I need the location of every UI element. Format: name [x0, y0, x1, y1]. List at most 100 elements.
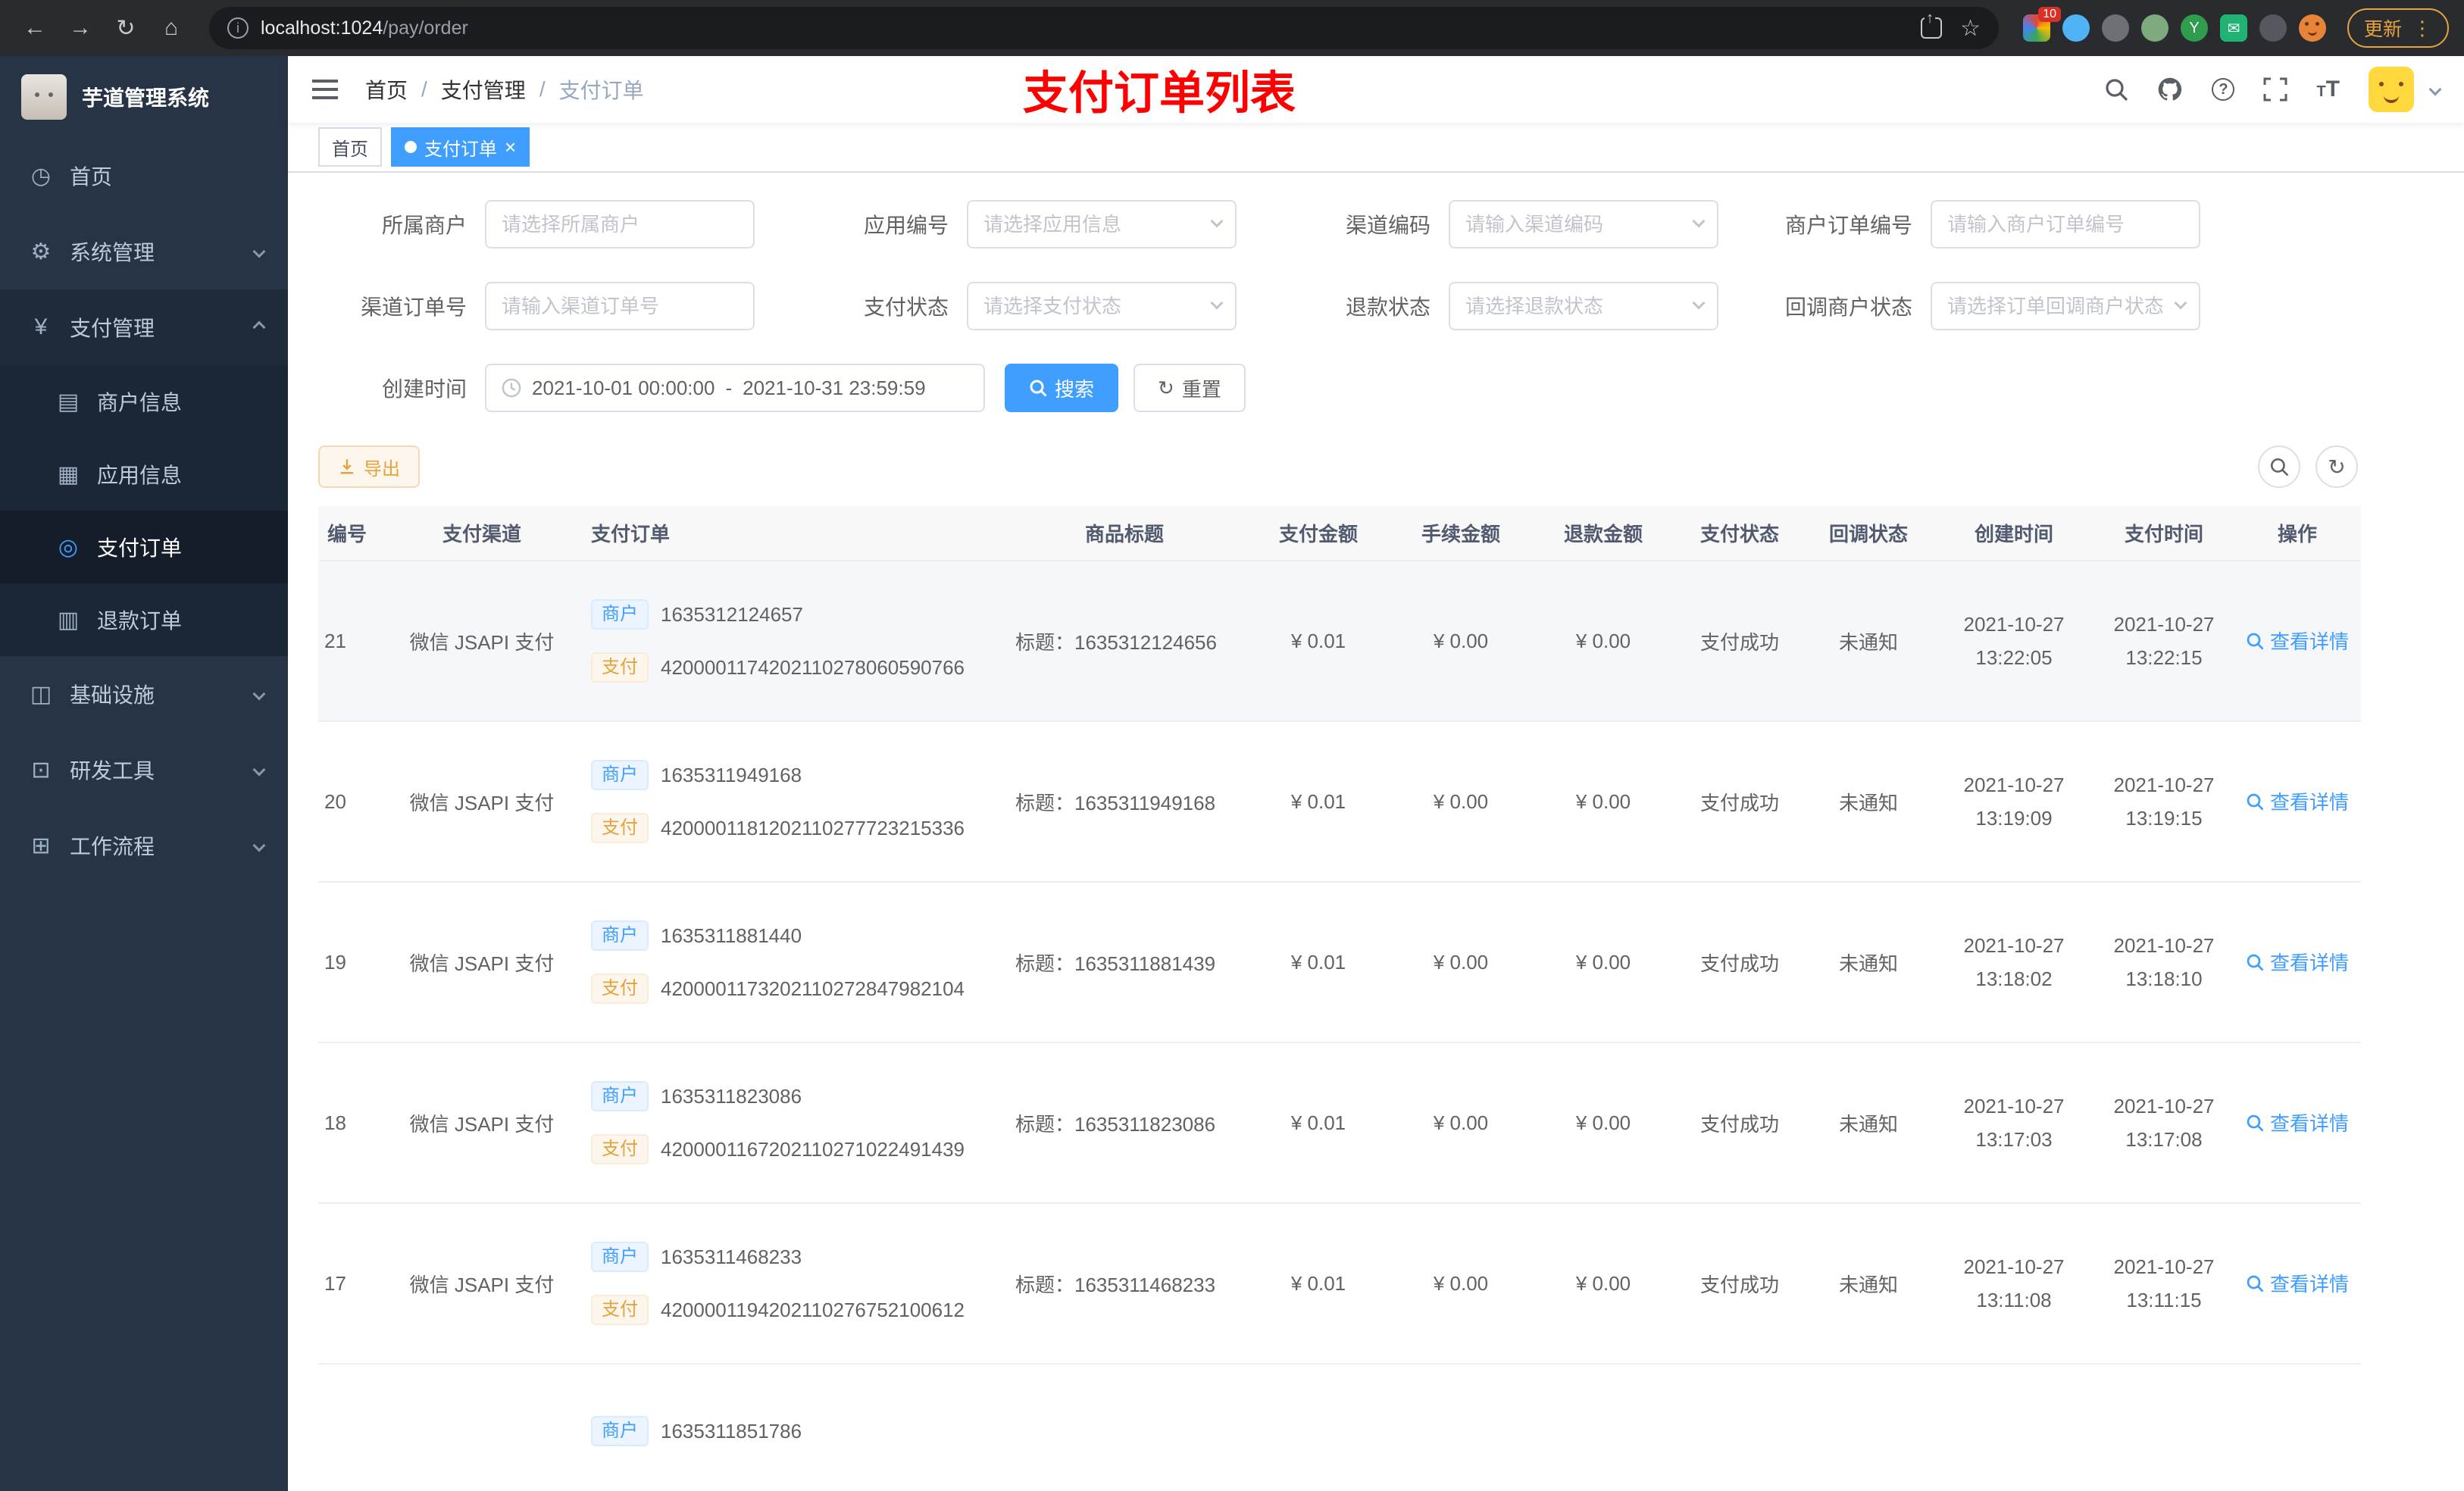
reload-icon[interactable]: ↻: [106, 8, 145, 48]
sidebar-item-system-management[interactable]: ⚙ 系统管理: [0, 214, 288, 289]
extension-badge: 10: [2038, 7, 2061, 22]
fee-amount: [1391, 1364, 1531, 1491]
home-icon[interactable]: ⌂: [152, 8, 191, 48]
search-button-label: 搜索: [1055, 377, 1095, 401]
table-row: 17 微信 JSAPI 支付 商户 1635311468233 支付 42000…: [318, 1203, 2361, 1364]
breadcrumb: 首页 / 支付管理 / 支付订单: [365, 74, 644, 105]
tab-close-icon[interactable]: ×: [505, 137, 516, 157]
sidebar-item-home[interactable]: ◷ 首页: [0, 138, 288, 214]
back-icon[interactable]: ←: [15, 8, 55, 48]
sidebar-item-label: 工作流程: [70, 835, 155, 858]
col-title: 商品标题: [1003, 506, 1246, 561]
filter-control: [967, 282, 1237, 330]
search-icon: [2247, 793, 2264, 811]
refund-amount: ¥ 0.00: [1531, 561, 1676, 722]
user-dropdown-caret-icon[interactable]: [2428, 83, 2442, 96]
merchant-badge: 商户: [591, 921, 649, 951]
pay-time: 2021-10-27 13:11:15: [2094, 1203, 2234, 1364]
infra-icon: ◫: [30, 681, 52, 707]
github-icon[interactable]: [2157, 77, 2183, 102]
sidebar-item-merchant-info[interactable]: ▤ 商户信息: [0, 365, 288, 438]
extensions-pin-icon[interactable]: [2259, 14, 2287, 42]
tab-active-dot: [405, 141, 417, 153]
pay-order-line: 支付 4200001181202110277723215336: [591, 813, 1003, 843]
breadcrumb-item[interactable]: 支付订单: [559, 74, 644, 105]
extension-icon-2[interactable]: [2062, 14, 2090, 42]
profile-avatar-icon[interactable]: [2298, 14, 2326, 42]
chevron-icon: [252, 839, 266, 852]
hamburger-icon[interactable]: [312, 80, 338, 99]
show-search-toggle-button[interactable]: [2258, 445, 2300, 488]
font-size-icon[interactable]: TT: [2316, 77, 2340, 102]
extensions-cluster: 10 Y ✉: [2022, 7, 2326, 42]
sidebar-item-dev-tools[interactable]: ⊡ 研发工具: [0, 732, 288, 808]
refund-amount: ¥ 0.00: [1531, 1042, 1676, 1204]
sidebar-item-workflow[interactable]: ⊞ 工作流程: [0, 808, 288, 883]
extension-icon-3[interactable]: [2101, 14, 2129, 42]
view-detail-link[interactable]: 查看详情: [2246, 948, 2349, 976]
create-clock: 13:18:02: [1975, 967, 2053, 990]
export-button[interactable]: 导出: [318, 445, 420, 488]
view-detail-link[interactable]: 查看详情: [2246, 787, 2349, 815]
channel-code-select[interactable]: [1449, 200, 1718, 248]
extension-icon-1[interactable]: 10: [2022, 7, 2061, 42]
pay-clock: 13:22:15: [2125, 646, 2203, 669]
forward-icon[interactable]: →: [61, 8, 100, 48]
chevron-icon: [252, 763, 266, 777]
filter-control: [1931, 282, 2200, 330]
bookmark-star-icon[interactable]: ☆: [1960, 15, 1981, 42]
merchant-order-line: 商户 1635311851786: [591, 1416, 1003, 1446]
sidebar-item-app-info[interactable]: ▦ 应用信息: [0, 438, 288, 511]
app-id-select[interactable]: [967, 200, 1237, 248]
sidebar-item-payment-management[interactable]: ¥ 支付管理: [0, 289, 288, 365]
merchant-order-line: 商户 1635311949168: [591, 760, 1003, 790]
browser-update-button[interactable]: 更新 ⋮: [2347, 8, 2449, 48]
pay-order-no: 4200001174202110278060590766: [661, 655, 965, 679]
breadcrumb-item[interactable]: 支付管理: [441, 74, 526, 105]
site-info-icon[interactable]: i: [227, 17, 249, 39]
browser-menu-icon[interactable]: ⋮: [2412, 17, 2432, 40]
merchant-order-no-input[interactable]: [1931, 200, 2200, 248]
refresh-table-button[interactable]: ↻: [2315, 445, 2358, 488]
user-avatar[interactable]: [2369, 67, 2414, 112]
callback-status-select[interactable]: [1931, 282, 2200, 330]
product-title: 标题：1635311949168: [1003, 721, 1246, 883]
pay-clock: 13:11:15: [2126, 1289, 2202, 1311]
filter-label: 商户订单编号: [1784, 214, 1912, 237]
gear-icon: ⚙: [30, 239, 52, 264]
extension-icon-6[interactable]: ✉: [2219, 14, 2247, 42]
pay-status-select[interactable]: [967, 282, 1237, 330]
fullscreen-icon[interactable]: [2263, 77, 2287, 102]
filter-control: [485, 200, 755, 248]
reset-button[interactable]: ↻ 重置: [1134, 364, 1246, 412]
channel-order-no-input[interactable]: [485, 282, 755, 330]
tab-home[interactable]: 首页: [318, 127, 382, 167]
search-button[interactable]: 搜索: [1005, 364, 1119, 412]
merchant-input[interactable]: [485, 200, 755, 248]
table-header-row: 编号 支付渠道 支付订单 商品标题 支付金额 手续金额 退款金额 支付状态 回调状态 创建时间 支付…: [318, 506, 2361, 561]
date-range-input[interactable]: 2021-10-01 00:00:00 - 2021-10-31 23:59:5…: [485, 364, 985, 412]
filter-field-callback-status: 回调商户状态: [1764, 282, 2246, 330]
search-icon[interactable]: [2104, 77, 2128, 102]
filter-control: [1449, 200, 1718, 248]
tab-payment-orders[interactable]: 支付订单 ×: [391, 127, 530, 167]
sidebar-item-refund-orders[interactable]: ▥ 退款订单: [0, 583, 288, 656]
search-icon: [2247, 954, 2264, 971]
share-icon[interactable]: [1921, 10, 1943, 39]
view-detail-link[interactable]: 查看详情: [2246, 627, 2349, 655]
sidebar-logo[interactable]: 芋道管理系统: [0, 56, 288, 138]
view-detail-link[interactable]: 查看详情: [2246, 1269, 2349, 1297]
extension-icon-5[interactable]: Y: [2180, 14, 2208, 42]
pay-status: 支付成功: [1676, 1042, 1803, 1204]
sidebar-item-infrastructure[interactable]: ◫ 基础设施: [0, 656, 288, 732]
refund-status-select[interactable]: [1449, 282, 1718, 330]
create-clock: 13:22:05: [1975, 646, 2053, 669]
extension-icon-4[interactable]: [2140, 14, 2169, 42]
address-bar[interactable]: i localhost:1024/pay/order ☆: [209, 7, 1999, 49]
view-detail-link[interactable]: 查看详情: [2246, 1108, 2349, 1136]
help-icon[interactable]: ?: [2212, 78, 2235, 101]
sidebar-item-payment-orders[interactable]: ◎ 支付订单: [0, 511, 288, 583]
table-row: 商户 1635311851786: [318, 1364, 2361, 1491]
refresh-icon: ↻: [1158, 376, 1174, 399]
breadcrumb-item[interactable]: 首页: [365, 74, 408, 105]
